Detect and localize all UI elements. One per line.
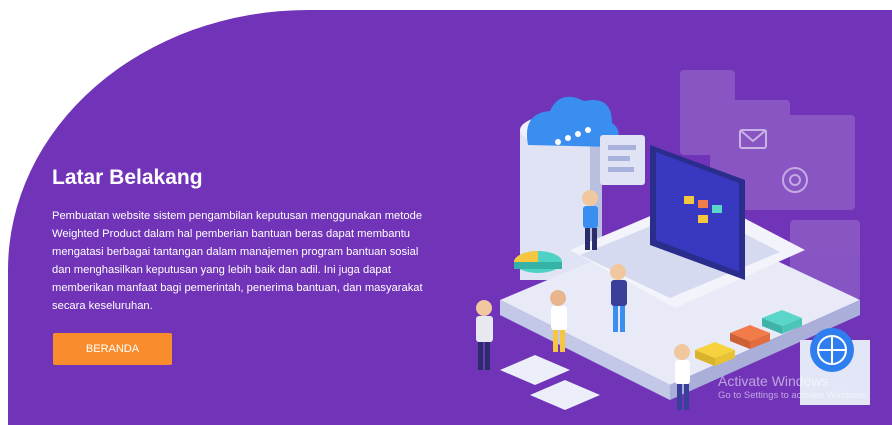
steps (500, 355, 600, 410)
windows-activation-watermark: Activate Windows Go to Settings to activ… (718, 373, 868, 401)
person-figure (476, 300, 493, 370)
tech-illustration (476, 70, 870, 410)
list-card (600, 135, 645, 185)
person-figure (674, 344, 690, 410)
hero-description: Pembuatan website sistem pengambilan kep… (52, 210, 423, 312)
watermark-title: Activate Windows (718, 373, 829, 389)
chart-icon (514, 251, 562, 273)
watermark-subtitle: Go to Settings to activate Windows. (718, 390, 868, 401)
home-button[interactable]: BERANDA (53, 333, 172, 365)
hero-title: Latar Belakang (52, 166, 203, 189)
